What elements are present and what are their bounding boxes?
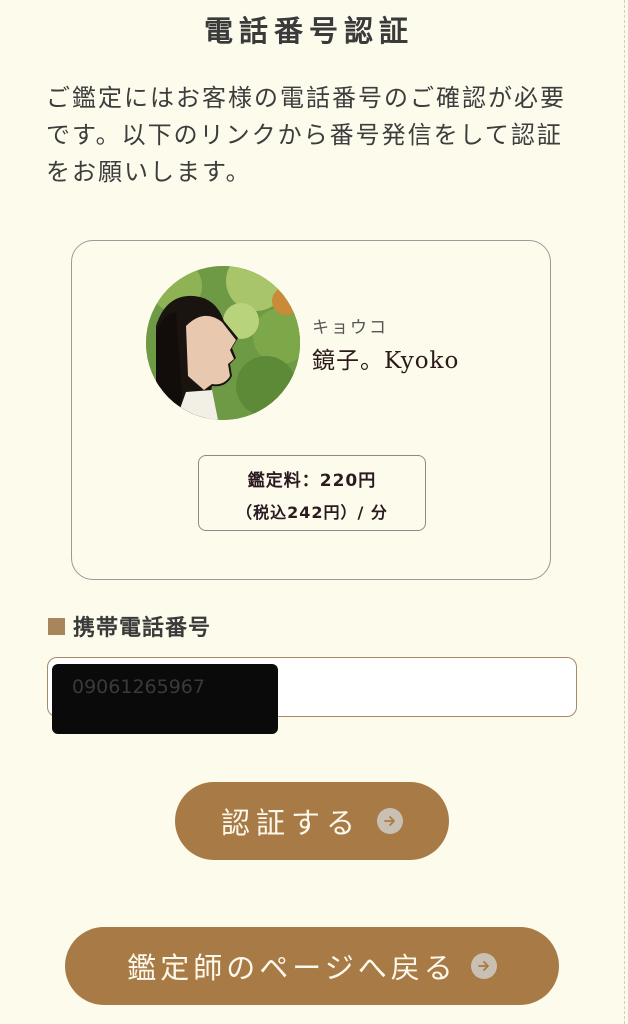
back-to-advisor-button[interactable]: 鑑定師のページへ戻る (65, 927, 559, 1005)
verify-button-label: 認証する (220, 806, 361, 840)
phone-number-text: 09061265967 (72, 676, 205, 698)
price-box: 鑑定料：220円 （税込242円）/ 分 (198, 455, 426, 531)
back-button-label: 鑑定師のページへ戻る (127, 951, 457, 985)
advisor-name: 鏡子。Kyoko (312, 348, 460, 374)
arrow-right-circle-icon (470, 953, 497, 979)
arrow-right-circle-icon (377, 808, 403, 834)
price-per-minute: 鑑定料：220円 (247, 471, 377, 491)
page-edge-divider (624, 0, 625, 1024)
advisor-card: キョウコ 鏡子。Kyoko 鑑定料：220円 （税込242円）/ 分 (71, 240, 551, 580)
intro-text: ご鑑定にはお客様の電話番号のご確認が必要です。以下のリンクから番号発信をして認証… (46, 84, 566, 186)
redaction-overlay (52, 664, 278, 734)
page-title: 電話番号認証 (203, 14, 414, 48)
label-square-icon (48, 617, 65, 635)
price-tax-included: （税込242円）/ 分 (236, 503, 388, 522)
phone-field-label-text: 携帯電話番号 (73, 616, 212, 641)
verify-button[interactable]: 認証する (175, 782, 449, 860)
advisor-name-kana: キョウコ (312, 318, 388, 338)
advisor-avatar (146, 266, 300, 420)
phone-field-label: 携帯電話番号 (48, 610, 211, 642)
